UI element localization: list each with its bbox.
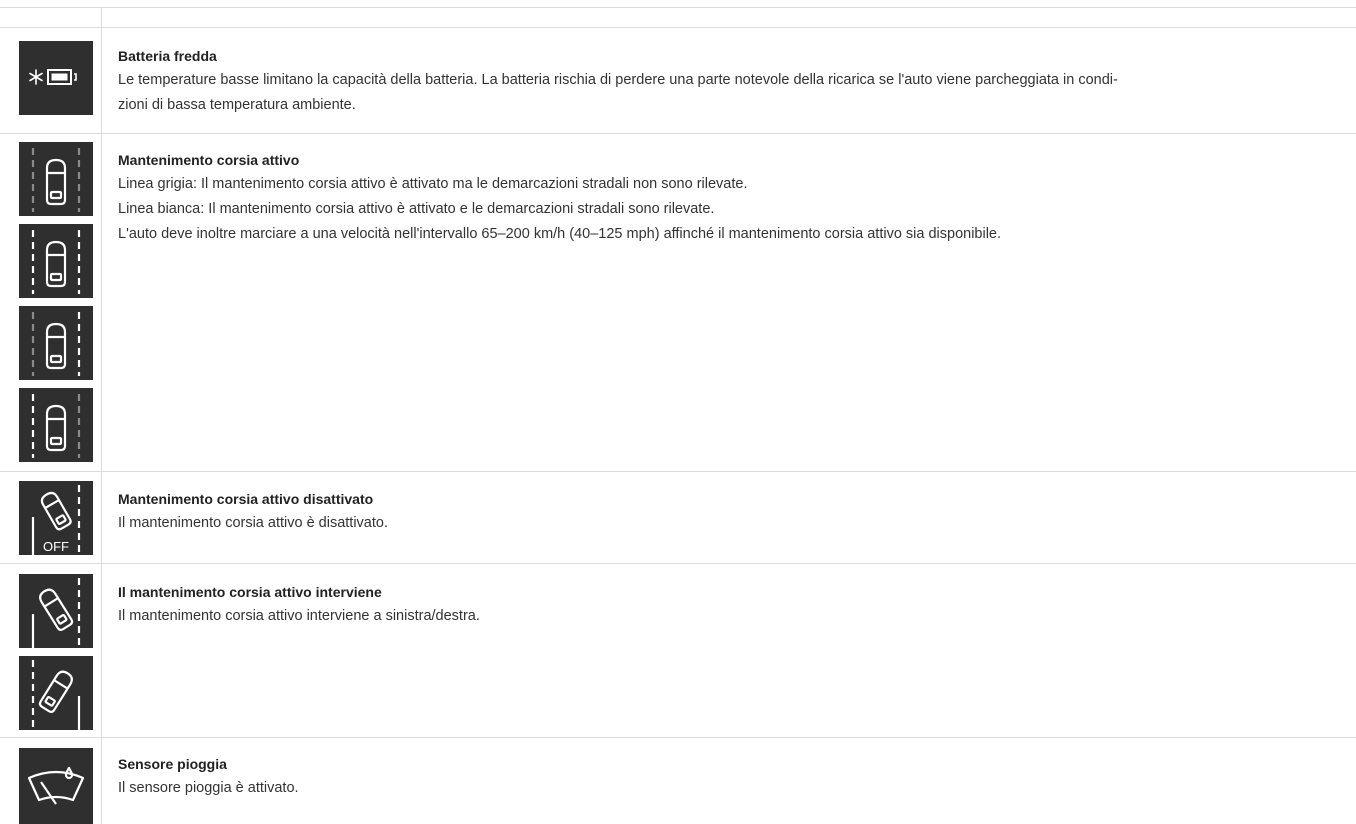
table-row: OFF Mantenimento corsia attivo disattiva… (0, 471, 1356, 564)
row-title: Batteria fredda (118, 48, 217, 64)
row-text: Le temperature basse limitano la capacit… (118, 72, 1118, 88)
lane-keeping-right-white-line-icon (19, 306, 93, 380)
row-text: Linea grigia: Il mantenimento corsia att… (118, 176, 748, 192)
indicator-table: Batteria fredda Le temperature basse lim… (0, 0, 1356, 824)
cold-battery-icon (19, 41, 93, 115)
lane-keeping-intervene-left-icon (19, 574, 93, 648)
row-text: L'auto deve inoltre marciare a una veloc… (118, 226, 1002, 242)
row-title: Sensore pioggia (118, 756, 227, 772)
lane-keeping-intervene-right-icon (19, 656, 93, 730)
text-cell: Mantenimento corsia attivo Linea grigia:… (118, 150, 1348, 247)
row-title: Mantenimento corsia attivo disattivato (118, 491, 374, 507)
table-row: Mantenimento corsia attivo Linea grigia:… (0, 133, 1356, 472)
row-title: Il mantenimento corsia attivo interviene (118, 584, 382, 600)
table-row: Batteria fredda Le temperature basse lim… (0, 27, 1356, 134)
row-text: zioni di bassa temperatura ambiente. (118, 97, 356, 113)
off-label: OFF (43, 539, 69, 554)
text-cell: Batteria fredda Le temperature basse lim… (118, 46, 1348, 118)
text-cell: Il mantenimento corsia attivo interviene… (118, 582, 1348, 629)
lane-keeping-grey-lines-icon (19, 142, 93, 216)
row-title: Mantenimento corsia attivo (118, 152, 300, 168)
row-text: Il mantenimento corsia attivo interviene… (118, 608, 480, 624)
row-text: Linea bianca: Il mantenimento corsia att… (118, 201, 715, 217)
table-header-row (0, 7, 1356, 28)
text-cell: Sensore pioggia Il sensore pioggia è att… (118, 754, 1348, 801)
row-text: Il mantenimento corsia attivo è disattiv… (118, 515, 388, 531)
table-row: Sensore pioggia Il sensore pioggia è att… (0, 737, 1356, 824)
lane-keeping-left-white-line-icon (19, 388, 93, 462)
rain-sensor-icon (19, 748, 93, 824)
text-cell: Mantenimento corsia attivo disattivato I… (118, 489, 1348, 536)
row-text: Il sensore pioggia è attivato. (118, 780, 299, 796)
lane-keeping-off-icon: OFF (19, 481, 93, 555)
table-row: Il mantenimento corsia attivo interviene… (0, 563, 1356, 738)
lane-keeping-white-lines-icon (19, 224, 93, 298)
